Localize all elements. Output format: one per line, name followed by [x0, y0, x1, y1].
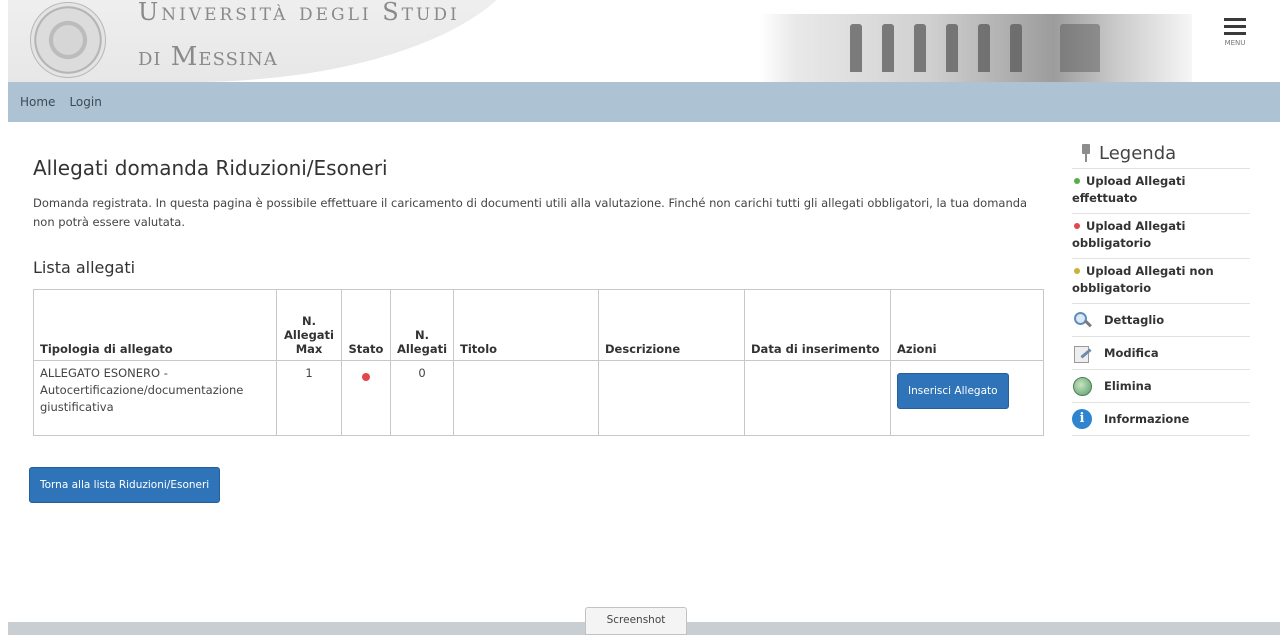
nav-home-link[interactable]: Home [20, 95, 55, 109]
legend-action-label: Elimina [1104, 379, 1152, 393]
legend-item-uploaded: Upload Allegati effettuato [1072, 169, 1250, 214]
col-header-tipologia: Tipologia di allegato [33, 289, 277, 361]
col-header-n-allegati: N. Allegati [389, 289, 455, 361]
university-name-line2: di Messina [138, 42, 278, 72]
legend-title: Legenda [1099, 142, 1177, 164]
cell-azioni: Inserisci Allegato [890, 360, 1044, 436]
col-header-descrizione: Descrizione [598, 289, 746, 361]
cell-tipologia: ALLEGATO ESONERO - Autocertificazione/do… [33, 360, 277, 436]
legend-action-delete: Elimina [1072, 370, 1250, 403]
legend-action-label: Modifica [1104, 346, 1159, 360]
table-header-row: Tipologia di allegato N. Allegati Max St… [33, 289, 1044, 361]
cell-max: 1 [276, 360, 342, 436]
university-name-line1: Università degli Studi [138, 0, 460, 26]
cell-descrizione [598, 360, 746, 436]
legend-action-label: Dettaglio [1104, 313, 1165, 327]
attachments-list-title: Lista allegati [33, 258, 136, 277]
menu-label: MENU [1224, 39, 1246, 47]
nav-login-link[interactable]: Login [69, 95, 101, 109]
status-yellow-dot-icon [1074, 268, 1080, 274]
menu-button[interactable]: MENU [1215, 18, 1255, 58]
cell-stato [341, 360, 391, 436]
status-required-icon [362, 373, 370, 381]
status-green-dot-icon [1074, 178, 1080, 184]
site-header: Università degli Studi di Messina MENU [8, 0, 1280, 82]
col-header-titolo: Titolo [453, 289, 600, 361]
col-header-data: Data di inserimento [744, 289, 892, 361]
insert-attachment-button[interactable]: Inserisci Allegato [897, 373, 1009, 409]
legend-action-detail: Dettaglio [1072, 304, 1250, 337]
intro-text: Domanda registrata. In questa pagina è p… [33, 196, 1028, 229]
page-title: Allegati domanda Riduzioni/Esoneri [33, 156, 388, 180]
hamburger-icon [1224, 18, 1246, 21]
pin-icon [1080, 144, 1092, 162]
legend-panel: Legenda Upload Allegati effettuato Uploa… [1072, 138, 1250, 436]
legend-item-optional: Upload Allegati non obbligatorio [1072, 259, 1250, 304]
edit-icon [1072, 343, 1092, 363]
legend-item-label: Upload Allegati obbligatorio [1072, 219, 1186, 250]
cell-titolo [453, 360, 600, 436]
header-building-image [760, 14, 1192, 82]
legend-action-info: i Informazione [1072, 403, 1250, 436]
legend-header: Legenda [1072, 138, 1250, 169]
globe-icon [1072, 376, 1092, 396]
info-icon: i [1072, 409, 1092, 429]
col-header-azioni: Azioni [890, 289, 1044, 361]
legend-item-label: Upload Allegati effettuato [1072, 174, 1186, 205]
university-seal-logo[interactable] [30, 2, 106, 78]
back-to-list-button[interactable]: Torna alla lista Riduzioni/Esoneri [29, 467, 221, 503]
top-navbar: Home Login [8, 82, 1280, 122]
legend-item-required: Upload Allegati obbligatorio [1072, 214, 1250, 259]
legend-action-label: Informazione [1104, 412, 1190, 426]
col-header-stato: Stato [341, 289, 391, 361]
cell-n-allegati: 0 [389, 360, 455, 436]
attachments-table: Tipologia di allegato N. Allegati Max St… [33, 289, 1044, 436]
table-row: ALLEGATO ESONERO - Autocertificazione/do… [33, 360, 1044, 436]
screenshot-tab[interactable]: Screenshot [585, 607, 687, 635]
cell-data [744, 360, 892, 436]
legend-item-label: Upload Allegati non obbligatorio [1072, 264, 1214, 295]
legend-action-edit: Modifica [1072, 337, 1250, 370]
status-red-dot-icon [1074, 223, 1080, 229]
col-header-max: N. Allegati Max [276, 289, 342, 361]
magnifier-icon [1072, 310, 1092, 330]
